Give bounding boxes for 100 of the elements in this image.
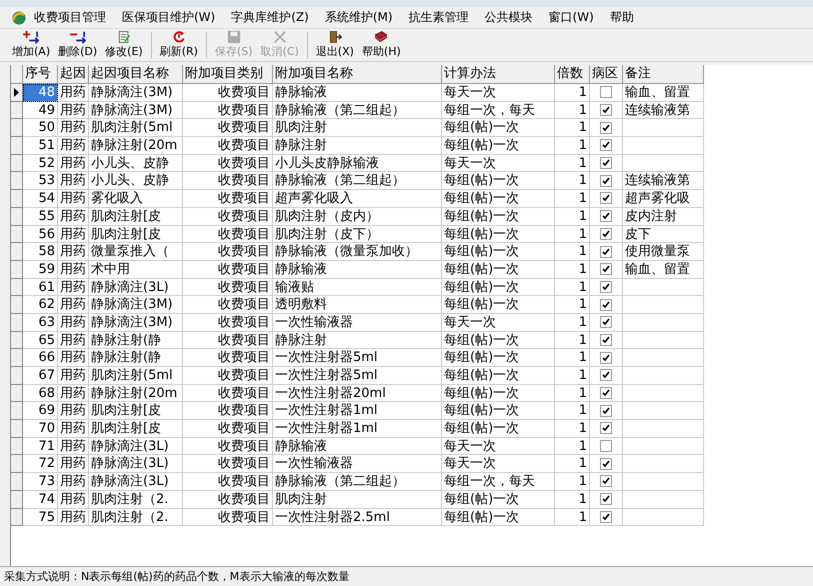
column-header[interactable]: 序号 <box>23 65 58 84</box>
column-header[interactable]: 备注 <box>623 65 704 84</box>
column-header[interactable]: 起因项目名称 <box>89 65 183 84</box>
ward-checkbox[interactable] <box>600 510 612 523</box>
toolbar-button[interactable]: 刷新(R) <box>156 30 202 61</box>
row-indicator[interactable] <box>11 84 23 102</box>
table-cell: 静脉输液（第二组起） <box>273 473 442 491</box>
ward-checkbox[interactable] <box>600 139 612 152</box>
column-header[interactable]: 附加项目名称 <box>273 65 442 84</box>
table-cell: 连续输液第 <box>623 172 704 190</box>
table-cell: 雾化吸入 <box>89 190 183 208</box>
ward-checkbox[interactable] <box>600 404 612 417</box>
table-cell: 1 <box>555 402 590 420</box>
ward-checkbox[interactable] <box>600 458 612 470</box>
table-cell: 用药 <box>58 137 89 155</box>
ward-checkbox[interactable] <box>600 387 612 400</box>
table-cell: 肌肉注射[皮 <box>89 420 183 438</box>
table-cell: 1 <box>555 367 590 385</box>
column-header[interactable]: 计算办法 <box>442 65 555 84</box>
table-cell: 用药 <box>58 367 89 385</box>
table-cell: 1 <box>555 455 590 474</box>
table-cell: 每天一次 <box>442 438 555 456</box>
table-cell: 收费项目 <box>183 137 273 155</box>
ward-checkbox[interactable] <box>600 334 612 346</box>
menu-item[interactable]: 帮助 <box>602 9 642 26</box>
table-cell: 静脉滴注(3M) <box>89 314 183 332</box>
table-cell: 用药 <box>58 490 89 508</box>
table-cell: 术中用 <box>89 260 183 279</box>
ward-checkbox[interactable] <box>600 174 612 187</box>
table-cell: 用药 <box>58 190 89 208</box>
ward-checkbox[interactable] <box>600 493 612 506</box>
menu-item[interactable]: 医保项目维护(W) <box>114 9 224 26</box>
ward-checkbox[interactable] <box>600 280 612 293</box>
toolbar-button[interactable]: 帮助(H) <box>358 30 405 61</box>
ward-checkbox[interactable] <box>600 104 612 116</box>
table-cell: 用药 <box>58 402 89 420</box>
table-cell: 每组(帖)一次 <box>442 367 555 385</box>
ward-checkbox[interactable] <box>600 122 612 134</box>
table-cell: 1 <box>555 473 590 491</box>
ward-checkbox[interactable] <box>600 246 612 258</box>
ward-checkbox[interactable] <box>600 369 612 382</box>
table-cell: 每组(帖)一次 <box>442 402 555 420</box>
column-header[interactable]: 起因 <box>58 65 89 84</box>
table-cell: 1 <box>555 278 590 296</box>
ward-checkbox[interactable] <box>600 440 612 452</box>
table-cell: 1 <box>555 332 590 350</box>
table-cell: 肌肉注射（皮内） <box>273 208 442 226</box>
ward-checkbox[interactable] <box>600 263 612 276</box>
table-cell: 肌肉注射（皮下） <box>273 226 442 244</box>
table-cell: 肌肉注射[皮 <box>89 402 183 420</box>
menu-item[interactable]: 系统维护(M) <box>316 9 401 26</box>
table-cell: 每组(帖)一次 <box>442 208 555 226</box>
table-cell: 静脉注射(静 <box>89 349 183 367</box>
toolbar-button[interactable]: 退出(X) <box>312 30 358 61</box>
ward-checkbox[interactable] <box>600 475 612 488</box>
table-cell: 49 <box>23 102 58 120</box>
table-cell: 收费项目 <box>183 243 273 261</box>
ward-checkbox[interactable] <box>600 210 612 222</box>
table-cell: 1 <box>555 102 590 120</box>
column-header[interactable]: 倍数 <box>555 65 590 84</box>
column-header[interactable]: 附加项目类别 <box>183 65 273 84</box>
ward-checkbox[interactable] <box>600 422 612 434</box>
table-cell: 48 <box>23 84 58 102</box>
table-cell: 63 <box>23 314 58 332</box>
ward-checkbox[interactable] <box>600 316 612 328</box>
table-cell: 每组(帖)一次 <box>442 296 555 314</box>
toolbar-button[interactable]: 删除(D) <box>54 30 102 61</box>
table-cell: 收费项目 <box>183 296 273 314</box>
column-header[interactable]: 病区 <box>590 65 623 84</box>
toolbar-button[interactable]: 修改(E) <box>101 30 147 61</box>
table-cell: 每组一次，每天 <box>442 102 555 120</box>
ward-checkbox[interactable] <box>600 298 612 311</box>
table-cell: 用药 <box>58 420 89 438</box>
ward-checkbox[interactable] <box>600 192 612 204</box>
table-cell: 每组(帖)一次 <box>442 332 555 350</box>
table-cell: 一次性注射器1ml <box>273 420 442 438</box>
table-cell: 1 <box>555 226 590 244</box>
table-cell: 用药 <box>58 208 89 226</box>
table-cell: 超声雾化吸 <box>623 190 704 208</box>
ward-checkbox[interactable] <box>600 228 612 240</box>
table-cell: 一次性输液器 <box>273 455 442 474</box>
table-cell: 每组(帖)一次 <box>442 384 555 402</box>
ward-checkbox[interactable] <box>600 157 612 170</box>
menu-item[interactable]: 抗生素管理 <box>400 9 477 26</box>
table-cell: 每组(帖)一次 <box>442 490 555 508</box>
menu-item[interactable]: 收费项目管理 <box>26 9 114 26</box>
menu-item[interactable]: 窗口(W) <box>540 9 602 26</box>
ward-checkbox[interactable] <box>600 352 612 364</box>
table-cell: 1 <box>555 420 590 438</box>
table-cell: 用药 <box>58 278 89 296</box>
menu-item[interactable]: 公共模块 <box>476 9 541 26</box>
toolbar-button[interactable]: 增加(A) <box>8 30 54 61</box>
table-cell: 72 <box>23 455 58 474</box>
table-cell: 1 <box>555 349 590 367</box>
table-cell: 输血、留置 <box>623 84 704 102</box>
table-cell: 收费项目 <box>183 438 273 456</box>
table-cell: 超声雾化吸入 <box>273 190 442 208</box>
table-cell: 66 <box>23 349 58 367</box>
ward-checkbox[interactable] <box>600 86 612 98</box>
menu-item[interactable]: 字典库维护(Z) <box>223 9 317 26</box>
